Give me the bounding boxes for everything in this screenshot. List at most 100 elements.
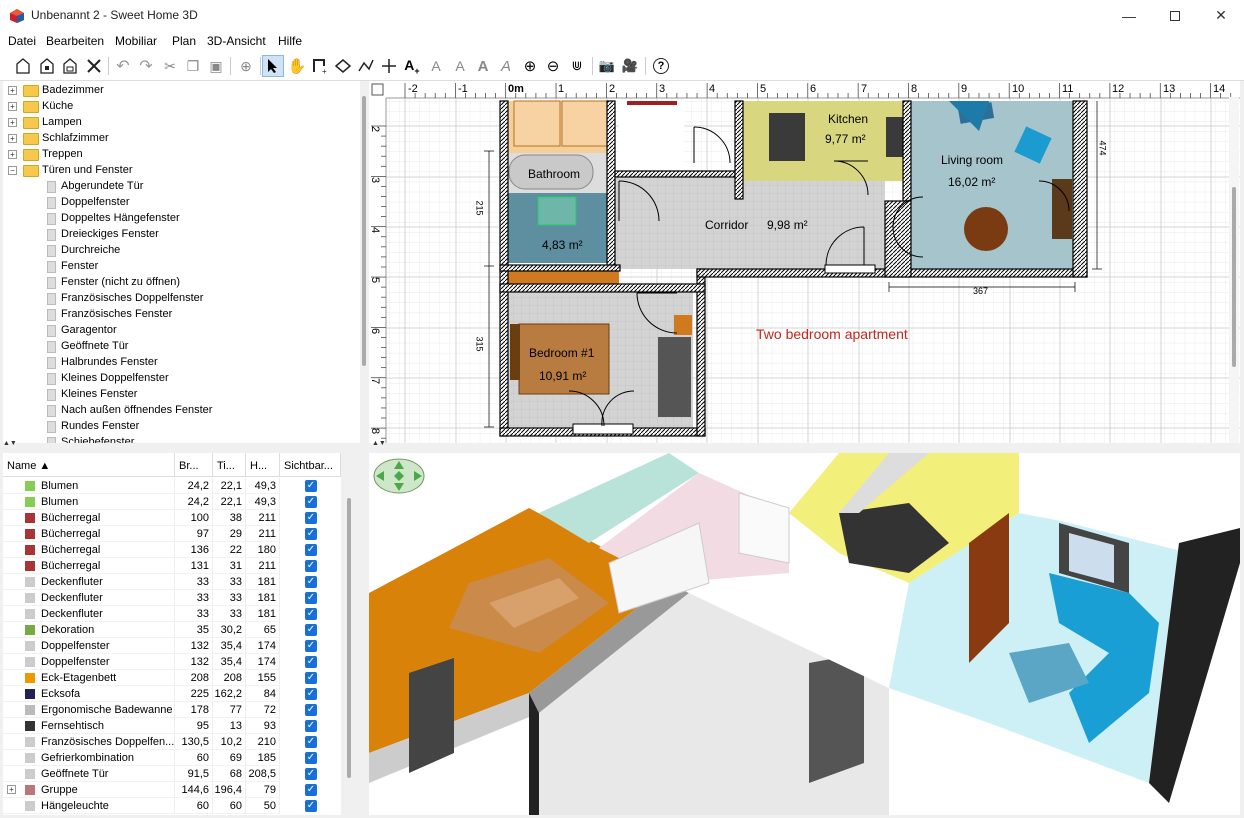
save-button[interactable]	[59, 55, 81, 77]
table-row[interactable]: Doppelfenster 132 35,4 174 ✓	[3, 654, 341, 670]
italic-text-button[interactable]: A	[495, 55, 517, 77]
table-row[interactable]: Deckenfluter 33 33 181 ✓	[3, 574, 341, 590]
create-walls-button[interactable]: +	[309, 55, 331, 77]
scroll-thumb[interactable]	[347, 498, 351, 778]
table-row[interactable]: Bücherregal 131 31 211 ✓	[3, 558, 341, 574]
furniture-scrollbar[interactable]	[343, 478, 355, 815]
col-header-width[interactable]: Br...	[175, 453, 213, 477]
plan-view[interactable]: -2 -1 0m 1 2 3 4 5 6 7 8 9 10 11 12 13 1…	[369, 81, 1240, 443]
col-header-name[interactable]: Name ▲	[3, 453, 175, 477]
create-photo-button[interactable]: 📷	[596, 55, 618, 77]
visible-checkbox[interactable]: ✓	[305, 624, 317, 636]
help-button[interactable]: ?	[650, 55, 672, 77]
3d-canvas[interactable]	[369, 453, 1240, 815]
expand-icon[interactable]: +	[7, 785, 16, 794]
table-row[interactable]: Fernsehtisch 95 13 93 ✓	[3, 718, 341, 734]
visible-checkbox[interactable]: ✓	[305, 688, 317, 700]
table-row[interactable]: Doppelfenster 132 35,4 174 ✓	[3, 638, 341, 654]
table-row[interactable]: Geöffnete Tür 91,5 68 208,5 ✓	[3, 766, 341, 782]
catalog-item[interactable]: Fenster	[3, 259, 348, 275]
tree-folder-tueren-und-fenster[interactable]: − Türen und Fenster	[3, 163, 348, 179]
visible-checkbox[interactable]: ✓	[305, 736, 317, 748]
plan-canvas[interactable]	[369, 81, 1240, 443]
catalog-item[interactable]: Geöffnete Tür	[3, 339, 348, 355]
catalog-item[interactable]: Kleines Fenster	[3, 387, 348, 403]
visible-checkbox[interactable]: ✓	[305, 784, 317, 796]
paste-button[interactable]: ▣	[205, 55, 227, 77]
visible-checkbox[interactable]: ✓	[305, 528, 317, 540]
catalog-item[interactable]: Halbrundes Fenster	[3, 355, 348, 371]
create-polylines-button[interactable]	[355, 55, 377, 77]
col-header-visible[interactable]: Sichtbar...	[280, 453, 341, 477]
create-video-button[interactable]: 🎥	[619, 55, 641, 77]
catalog-item[interactable]: Schiebefenster	[3, 435, 348, 443]
visible-checkbox[interactable]: ✓	[305, 576, 317, 588]
bold-text-button[interactable]: A	[472, 55, 494, 77]
pan-mode-button[interactable]: ✋	[286, 55, 308, 77]
table-row[interactable]: Französisches Doppelfen... 130,5 10,2 210 ✓	[3, 734, 341, 750]
visible-checkbox[interactable]: ✓	[305, 544, 317, 556]
catalog-item[interactable]: Französisches Fenster	[3, 307, 348, 323]
visible-checkbox[interactable]: ✓	[305, 768, 317, 780]
new-home-button[interactable]	[12, 55, 34, 77]
visible-checkbox[interactable]: ✓	[305, 592, 317, 604]
zoom-out-button[interactable]: ⊖	[542, 55, 564, 77]
create-dimensions-button[interactable]	[378, 55, 400, 77]
col-header-height[interactable]: H...	[246, 453, 280, 477]
menu-plan[interactable]: Plan	[172, 34, 196, 48]
table-row[interactable]: Bücherregal 136 22 180 ✓	[3, 542, 341, 558]
table-row[interactable]: Blumen 24,2 22,1 49,3 ✓	[3, 494, 341, 510]
cut-button[interactable]: ✂	[159, 55, 181, 77]
visible-checkbox[interactable]: ✓	[305, 480, 317, 492]
visible-checkbox[interactable]: ✓	[305, 720, 317, 732]
visible-checkbox[interactable]: ✓	[305, 496, 317, 508]
expand-icon[interactable]: +	[8, 150, 17, 159]
catalog-item[interactable]: Dreieckiges Fenster	[3, 227, 348, 243]
plan-scrollbar[interactable]	[1229, 97, 1239, 443]
table-row[interactable]: Deckenfluter 33 33 181 ✓	[3, 606, 341, 622]
table-row[interactable]: Dekoration 35 30,2 65 ✓	[3, 622, 341, 638]
catalog-item[interactable]: Abgerundete Tür	[3, 179, 348, 195]
plan-text-label[interactable]: Two bedroom apartment	[756, 326, 908, 342]
copy-button[interactable]: ❐	[182, 55, 204, 77]
minimize-button[interactable]: —	[1106, 0, 1152, 31]
undo-button[interactable]: ↶	[112, 55, 134, 77]
create-rooms-button[interactable]	[332, 55, 354, 77]
catalog-item[interactable]: Garagentor	[3, 323, 348, 339]
visible-checkbox[interactable]: ✓	[305, 608, 317, 620]
select-mode-button[interactable]	[262, 55, 284, 77]
collapse-icon[interactable]: −	[8, 166, 17, 175]
tree-folder-treppen[interactable]: + Treppen	[3, 147, 348, 163]
increase-text-button[interactable]: A	[425, 55, 447, 77]
decrease-text-button[interactable]: A	[449, 55, 471, 77]
table-row[interactable]: Gefrierkombination 60 69 185 ✓	[3, 750, 341, 766]
table-row[interactable]: Bücherregal 97 29 211 ✓	[3, 526, 341, 542]
catalog-item[interactable]: Doppeltes Hängefenster	[3, 211, 348, 227]
catalog-item[interactable]: Kleines Doppelfenster	[3, 371, 348, 387]
col-header-depth[interactable]: Ti...	[213, 453, 246, 477]
catalog-item[interactable]: Französisches Doppelfenster	[3, 291, 348, 307]
catalog-item[interactable]: Durchreiche	[3, 243, 348, 259]
visible-checkbox[interactable]: ✓	[305, 752, 317, 764]
expand-icon[interactable]: +	[8, 118, 17, 127]
redo-button[interactable]: ↷	[135, 55, 157, 77]
visible-checkbox[interactable]: ✓	[305, 672, 317, 684]
table-row[interactable]: Ergonomische Badewanne 178 77 72 ✓	[3, 702, 341, 718]
import-plan-button[interactable]: ⋓	[566, 55, 588, 77]
visible-checkbox[interactable]: ✓	[305, 656, 317, 668]
3d-view[interactable]	[369, 453, 1240, 815]
scroll-thumb[interactable]	[1232, 187, 1236, 367]
zoom-in-button[interactable]: ⊕	[519, 55, 541, 77]
menu-datei[interactable]: Datei	[8, 34, 36, 48]
expand-icon[interactable]: +	[8, 134, 17, 143]
add-text-button[interactable]: A+	[401, 55, 423, 77]
visible-checkbox[interactable]: ✓	[305, 800, 317, 812]
open-button[interactable]	[36, 55, 58, 77]
tree-folder-schlafzimmer[interactable]: + Schlafzimmer	[3, 131, 348, 147]
catalog-item[interactable]: Doppelfenster	[3, 195, 348, 211]
navigation-arrows-icon[interactable]	[373, 458, 425, 494]
close-button[interactable]: ✕	[1198, 0, 1244, 31]
maximize-button[interactable]	[1152, 0, 1198, 31]
table-row[interactable]: Blumen 24,2 22,1 49,3 ✓	[3, 478, 341, 494]
left-splitter[interactable]: ▲▼	[0, 440, 369, 451]
